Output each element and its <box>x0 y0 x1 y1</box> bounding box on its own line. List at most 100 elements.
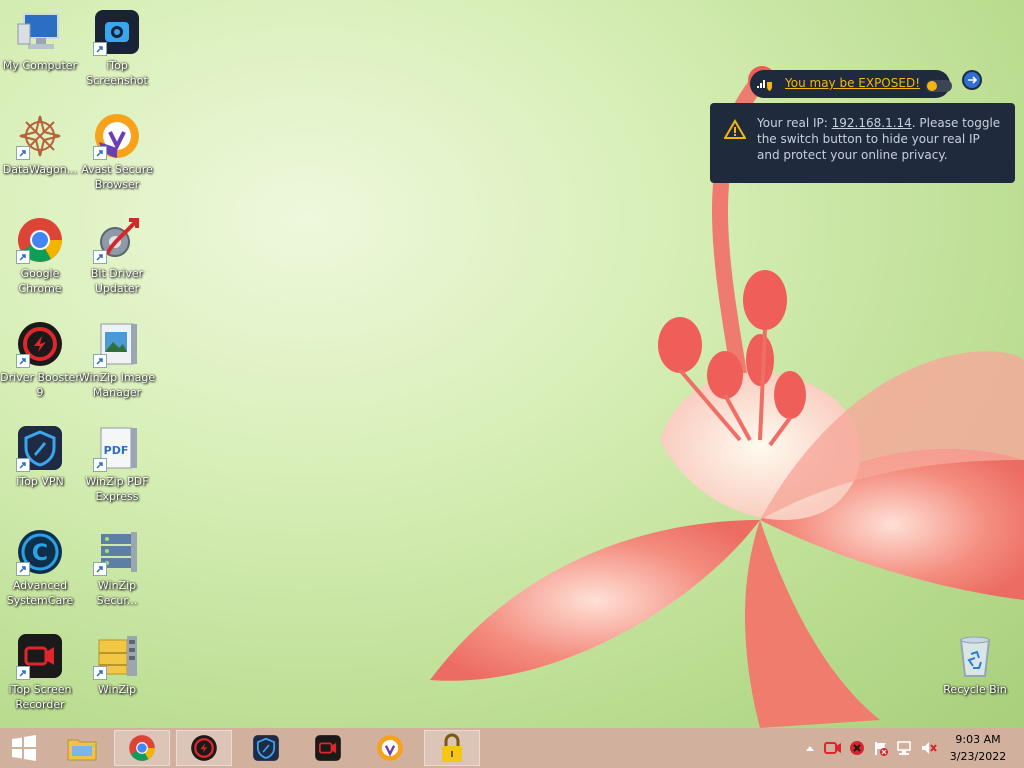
network-icon <box>897 741 911 755</box>
chevron-up-icon <box>806 746 814 751</box>
taskbar-itop-vpn[interactable] <box>238 730 294 766</box>
desktop-icon-advanced-systemcare[interactable]: C Advanced SystemCare <box>0 528 80 608</box>
icon-label: Advanced SystemCare <box>6 579 74 607</box>
toggle-knob <box>927 81 937 91</box>
shortcut-arrow-icon <box>93 250 107 264</box>
datawagon-icon <box>16 112 64 160</box>
vpn-status-pill[interactable]: You may be EXPOSED! <box>750 70 952 98</box>
winzip-image-manager-icon <box>93 320 141 368</box>
winzip-secure-icon <box>93 528 141 576</box>
tray-stop[interactable] <box>847 738 867 758</box>
exposed-warning-link[interactable]: You may be EXPOSED! <box>785 76 920 90</box>
tray-network[interactable] <box>895 738 915 758</box>
icon-label: Avast Secure Browser <box>81 163 153 191</box>
shortcut-arrow-icon <box>93 458 107 472</box>
shortcut-arrow-icon <box>16 666 30 680</box>
tooltip-message: Your real IP: 192.168.1.14. Please toggl… <box>757 115 1002 163</box>
chrome-icon <box>129 735 155 761</box>
desktop-icon-driver-booster[interactable]: Driver Booster 9 <box>0 320 80 400</box>
stop-tray-icon <box>850 741 864 755</box>
itop-screen-recorder-icon <box>16 632 64 680</box>
start-button[interactable] <box>0 730 48 766</box>
desktop-icon-itop-screen-recorder[interactable]: iTop Screen Recorder <box>0 632 80 712</box>
taskbar: 9:03 AM 3/23/2022 <box>0 728 1024 768</box>
winzip-pdf-express-icon: PDF <box>93 424 141 472</box>
itop-vpn-icon <box>253 735 279 761</box>
shortcut-arrow-icon <box>93 666 107 680</box>
winzip-icon <box>93 632 141 680</box>
real-ip-link[interactable]: 192.168.1.14 <box>832 116 912 130</box>
desktop-icon-winzip-secure[interactable]: WinZip Secur... <box>77 528 157 608</box>
taskbar-driver-booster[interactable] <box>176 730 232 766</box>
icon-label: iTop VPN <box>16 475 64 488</box>
tray-volume[interactable] <box>919 738 939 758</box>
icon-label: Recycle Bin <box>943 683 1007 696</box>
icon-label: Bit Driver Updater <box>90 267 144 295</box>
taskbar-lock[interactable] <box>424 730 480 766</box>
taskbar-clock[interactable]: 9:03 AM 3/23/2022 <box>938 731 1018 765</box>
windows-start-icon <box>12 735 36 761</box>
volume-muted-icon <box>922 742 937 754</box>
shortcut-arrow-icon <box>16 354 30 368</box>
taskbar-itop-screen-recorder[interactable] <box>300 730 356 766</box>
itop-screenshot-icon <box>93 8 141 56</box>
shortcut-arrow-icon <box>16 562 30 576</box>
desktop-icon-my-computer[interactable]: My Computer <box>0 8 80 73</box>
avast-browser-icon <box>93 112 141 160</box>
advanced-systemcare-icon: C <box>16 528 64 576</box>
icon-label: Google Chrome <box>18 267 62 295</box>
clock-date: 3/23/2022 <box>949 750 1007 763</box>
driver-booster-icon <box>16 320 64 368</box>
desktop-icon-itop-screenshot[interactable]: iTop Screenshot <box>77 8 157 88</box>
tray-action-center[interactable] <box>871 738 891 758</box>
taskbar-file-explorer[interactable] <box>54 730 110 766</box>
action-center-flag-icon <box>875 742 888 756</box>
desktop-icon-recycle-bin[interactable]: Recycle Bin <box>935 632 1015 697</box>
taskbar-avast-browser[interactable] <box>362 730 418 766</box>
tooltip-prefix: Your real IP: <box>757 116 832 130</box>
itop-screen-recorder-icon <box>315 735 341 761</box>
itop-vpn-icon <box>16 424 64 472</box>
bit-driver-updater-icon <box>93 216 141 264</box>
icon-label: WinZip Image Manager <box>78 371 156 399</box>
avast-browser-icon <box>377 735 403 761</box>
icon-label: WinZip Secur... <box>96 579 138 607</box>
computer-icon <box>16 8 64 56</box>
desktop-icon-winzip[interactable]: WinZip <box>77 632 157 697</box>
shield-signal-icon <box>756 76 774 96</box>
tray-itop-recorder[interactable] <box>823 738 843 758</box>
icon-label: Driver Booster 9 <box>0 371 80 399</box>
svg-text:C: C <box>32 541 48 566</box>
exposed-ip-tooltip: Your real IP: 192.168.1.14. Please toggl… <box>710 103 1015 183</box>
icon-label: iTop Screen Recorder <box>8 683 72 711</box>
shortcut-arrow-icon <box>16 146 30 160</box>
desktop: My Computer DataWagon... Google Chrome D… <box>0 0 1024 728</box>
itop-recorder-tray-icon <box>824 742 841 754</box>
icon-label: WinZip PDF Express <box>85 475 149 503</box>
chrome-icon <box>16 216 64 264</box>
shortcut-arrow-icon <box>93 354 107 368</box>
tray-show-hidden[interactable] <box>800 738 820 758</box>
icon-label: My Computer <box>2 59 78 72</box>
icon-label: WinZip <box>97 683 137 696</box>
desktop-icon-datawagon[interactable]: DataWagon... <box>0 112 80 177</box>
file-explorer-icon <box>67 739 97 761</box>
lock-icon <box>442 733 462 762</box>
desktop-icon-google-chrome[interactable]: Google Chrome <box>0 216 80 296</box>
expand-arrow-button[interactable] <box>962 70 982 90</box>
taskbar-chrome[interactable] <box>114 730 170 766</box>
desktop-icon-winzip-image-manager[interactable]: WinZip Image Manager <box>77 320 157 400</box>
recycle-bin-icon <box>951 632 999 680</box>
desktop-icon-avast-secure-browser[interactable]: Avast Secure Browser <box>77 112 157 192</box>
desktop-icon-winzip-pdf-express[interactable]: PDF WinZip PDF Express <box>77 424 157 504</box>
desktop-icon-bit-driver-updater[interactable]: Bit Driver Updater <box>77 216 157 296</box>
desktop-icon-itop-vpn[interactable]: iTop VPN <box>0 424 80 489</box>
shortcut-arrow-icon <box>93 146 107 160</box>
shortcut-arrow-icon <box>16 250 30 264</box>
shortcut-arrow-icon <box>93 562 107 576</box>
shortcut-arrow-icon <box>16 458 30 472</box>
hide-ip-toggle[interactable] <box>926 80 952 92</box>
shortcut-arrow-icon <box>93 42 107 56</box>
icon-label: iTop Screenshot <box>86 59 148 87</box>
svg-text:PDF: PDF <box>104 444 129 457</box>
